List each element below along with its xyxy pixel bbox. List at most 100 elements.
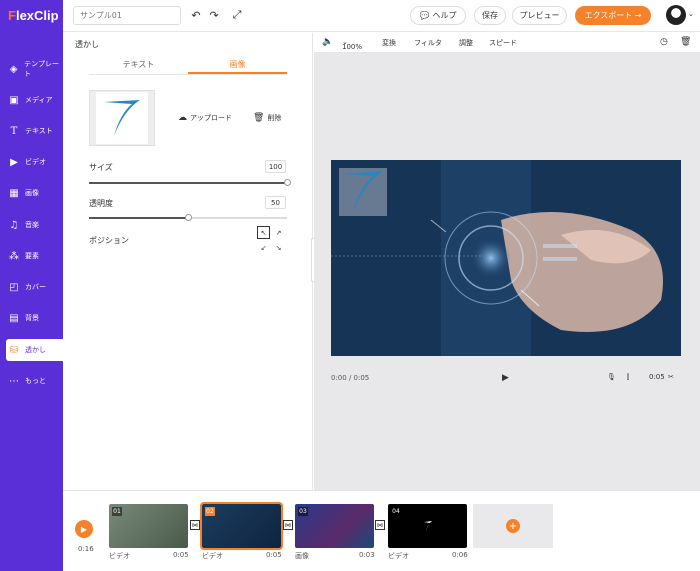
sidebar-item-media[interactable]: ▣ メディア [0, 89, 63, 111]
clip-duration-label: 0:05 [266, 551, 282, 559]
sidebar-item-text[interactable]: T テキスト [0, 120, 63, 142]
sidebar-item-image[interactable]: ▦ 画像 [0, 182, 63, 204]
panel-title: 透かし [75, 40, 99, 49]
adjust-button[interactable]: 調整 [459, 38, 473, 48]
position-top-left-icon[interactable]: ↖ [257, 226, 270, 239]
opacity-value[interactable]: 50 [265, 196, 286, 209]
opacity-slider-fill [89, 217, 188, 219]
timeline-clip-1[interactable]: 01 [109, 504, 188, 548]
save-button[interactable]: 保存 [474, 6, 506, 25]
image-icon: ▦ [9, 187, 19, 199]
undo-icon[interactable]: ↶ [189, 8, 203, 22]
redo-icon[interactable]: ↷ [207, 8, 221, 22]
sidebar-item-label: 画像 [25, 189, 39, 197]
sidebar-item-label: ビデオ [25, 158, 46, 166]
clip-logo-image [424, 521, 432, 531]
layers-icon: ◈ [9, 63, 18, 75]
more-icon: ⋯ [9, 375, 19, 387]
sidebar-item-label: もっと [25, 377, 46, 385]
sidebar-item-label: 背景 [25, 314, 39, 322]
video-icon: ▶ [10, 156, 18, 168]
avatar[interactable] [666, 5, 686, 25]
timeline-play-button[interactable]: ▶ [75, 520, 93, 538]
video-frame-illustration [331, 160, 681, 356]
position-label: ポジション [89, 236, 129, 245]
fullscreen-icon[interactable]: ⤢ [230, 8, 244, 22]
clock-icon[interactable]: ◷ [660, 37, 668, 47]
timeline-clip-3[interactable]: 03 [295, 504, 374, 548]
sidebar-item-label: メディア [25, 96, 53, 104]
timecode: 0:00 / 0:05 [331, 374, 370, 382]
editor-toolbar: 🔈 100% ⌄ 変換 フィルタ 調整 スピード ◷ 🗑 [314, 33, 700, 53]
transition-icon[interactable]: ⋈ [375, 520, 385, 530]
sidebar-item-video[interactable]: ▶ ビデオ [0, 151, 63, 173]
watermark-panel: 透かし テキスト 画像 ☁ アップロード 🗑 削除 サイズ 100 透明度 50… [63, 33, 313, 490]
folder-icon: ▣ [9, 94, 19, 106]
position-bottom-left-icon[interactable]: ↙ [257, 241, 270, 254]
text-icon: T [10, 125, 18, 137]
scissors-icon[interactable]: ✂ [668, 373, 674, 381]
filter-button[interactable]: フィルタ [414, 38, 442, 48]
opacity-slider[interactable] [89, 214, 287, 221]
sidebar-item-elements[interactable]: ⁂ 要素 [0, 245, 63, 267]
clip-type-label: 画像 [295, 552, 309, 560]
add-clip-button[interactable]: + [473, 504, 553, 548]
size-slider[interactable] [89, 179, 291, 186]
sidebar-item-watermark[interactable]: ⛁ 透かし [6, 339, 63, 361]
opacity-slider-knob[interactable] [185, 214, 192, 221]
preview-button[interactable]: プレビュー [512, 6, 567, 25]
clip-duration: 0:05 [649, 373, 665, 381]
sidebar-item-label: テキスト [25, 127, 53, 135]
sidebar-item-template[interactable]: ◈ テンプレート [0, 58, 63, 80]
size-label: サイズ [89, 163, 113, 172]
video-canvas[interactable] [331, 160, 681, 356]
timeline: ▶ 0:16 01 ビデオ 0:05 ⋈ 02 ビデオ 0:05 ⋈ 03 画像… [63, 490, 700, 571]
speed-button[interactable]: スピード [489, 38, 517, 48]
delete-button[interactable]: 🗑 削除 [253, 113, 281, 123]
split-icon[interactable]: ⫿ [627, 373, 629, 382]
sidebar-item-music[interactable]: ♫ 音楽 [0, 214, 63, 236]
tab-image[interactable]: 画像 [188, 55, 287, 74]
sidebar-item-label: 音楽 [25, 221, 39, 229]
tab-text[interactable]: テキスト [89, 55, 188, 74]
sidebar-item-label: 透かし [25, 346, 46, 354]
sidebar-item-more[interactable]: ⋯ もっと [0, 370, 63, 392]
elements-icon: ⁂ [9, 250, 19, 262]
microphone-icon[interactable]: 🎙 [607, 373, 616, 381]
position-bottom-right-icon[interactable]: ↘ [272, 241, 285, 254]
size-slider-knob[interactable] [284, 179, 291, 186]
transform-button[interactable]: 変換 [382, 38, 396, 48]
watermark-tabs: テキスト 画像 [89, 55, 287, 75]
clip-duration-label: 0:03 [359, 551, 375, 559]
background-icon: ▤ [9, 312, 19, 324]
sidebar-item-label: カバー [25, 283, 46, 291]
sidebar-item-label: テンプレート [24, 60, 59, 78]
trash-icon: 🗑 [253, 113, 265, 123]
sidebar-item-cover[interactable]: ◰ カバー [0, 276, 63, 298]
flexclip-logo[interactable]: FlexClip [8, 8, 59, 23]
help-button[interactable]: 💬 ヘルプ [410, 6, 466, 25]
trash-icon[interactable]: 🗑 [680, 37, 691, 47]
position-grid: ↖ ↗ ↙ ↘ [257, 226, 285, 254]
transition-icon[interactable]: ⋈ [283, 520, 293, 530]
size-slider-fill [89, 182, 287, 184]
export-button[interactable]: エクスポート → [575, 6, 651, 25]
timeline-clip-2[interactable]: 02 [200, 502, 283, 550]
play-icon[interactable]: ▶ [502, 373, 509, 383]
opacity-label: 透明度 [89, 199, 113, 208]
size-value[interactable]: 100 [265, 160, 286, 173]
chevron-down-icon[interactable]: ⌄ [688, 10, 694, 18]
position-top-right-icon[interactable]: ↗ [272, 226, 285, 239]
project-name-input[interactable] [73, 6, 181, 25]
sidebar-item-label: 要素 [25, 252, 39, 260]
music-icon: ♫ [9, 219, 19, 231]
cloud-upload-icon: ☁ [178, 113, 187, 123]
timeline-clip-4[interactable]: 04 [388, 504, 467, 548]
volume-icon[interactable]: 🔈 [322, 37, 333, 47]
timeline-current-time: 0:16 [78, 545, 94, 553]
zoom-select[interactable]: 100% ⌄ [342, 38, 362, 51]
transition-icon[interactable]: ⋈ [190, 520, 200, 530]
upload-button[interactable]: ☁ アップロード [178, 113, 232, 123]
sidebar-item-background[interactable]: ▤ 背景 [0, 307, 63, 329]
watermark-icon: ⛁ [9, 344, 19, 356]
